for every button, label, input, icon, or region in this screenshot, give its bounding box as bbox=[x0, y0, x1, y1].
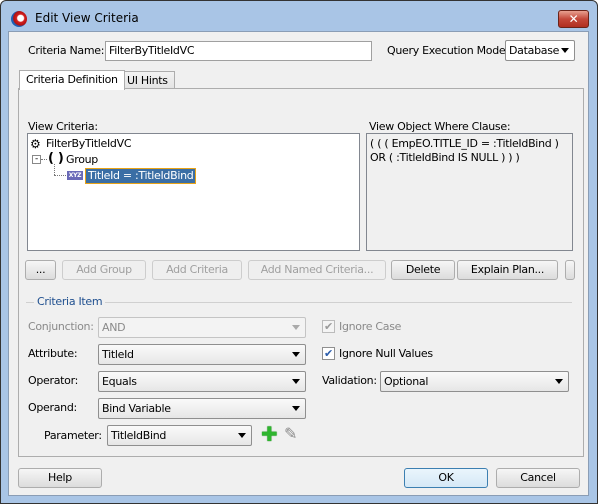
parameter-label: Parameter: bbox=[44, 429, 102, 442]
chevron-down-icon bbox=[555, 379, 563, 384]
operand-label: Operand: bbox=[28, 401, 77, 414]
delete-button[interactable]: Delete bbox=[391, 260, 455, 280]
ignore-null-label: Ignore Null Values bbox=[339, 347, 433, 360]
ok-button[interactable]: OK bbox=[404, 468, 488, 488]
app-icon bbox=[11, 11, 27, 27]
chevron-down-icon bbox=[292, 352, 300, 357]
close-button[interactable]: ✕ bbox=[558, 10, 589, 28]
operator-value: Equals bbox=[102, 375, 137, 388]
more-button[interactable]: ... bbox=[25, 260, 56, 280]
query-mode-value: Database bbox=[509, 44, 560, 57]
ignore-case-checkbox[interactable]: ✔ bbox=[322, 320, 335, 333]
chevron-down-icon bbox=[292, 379, 300, 384]
query-mode-select[interactable]: Database bbox=[505, 40, 575, 61]
criteria-tree[interactable]: ⚙ FilterByTitleIdVC - ( ) Group XYZ Titl… bbox=[27, 133, 360, 251]
tree-connector bbox=[41, 159, 47, 160]
chevron-down-icon bbox=[292, 406, 300, 411]
conjunction-value: AND bbox=[102, 321, 126, 334]
cancel-button[interactable]: Cancel bbox=[496, 468, 580, 488]
add-named-criteria-button[interactable]: Add Named Criteria... bbox=[248, 260, 386, 280]
chevron-down-icon bbox=[292, 325, 300, 330]
tree-connector bbox=[54, 164, 55, 175]
where-line: OR ( :TitleIdBind IS NULL ) ) ) bbox=[370, 151, 520, 164]
tree-group[interactable]: Group bbox=[66, 153, 98, 166]
conjunction-select[interactable]: AND bbox=[98, 317, 306, 338]
where-clause-text: ( ( ( EmpEO.TITLE_ID = :TitleIdBind ) OR… bbox=[366, 133, 573, 251]
window-title: Edit View Criteria bbox=[35, 11, 139, 25]
validation-value: Optional bbox=[384, 375, 429, 388]
attribute-icon: XYZ bbox=[67, 171, 83, 180]
query-mode-label: Query Execution Mode: bbox=[387, 44, 509, 57]
overflow-button[interactable] bbox=[565, 260, 575, 280]
help-button[interactable]: Help bbox=[18, 468, 102, 488]
operator-select[interactable]: Equals bbox=[98, 371, 306, 392]
collapse-icon[interactable]: - bbox=[32, 155, 41, 164]
tree-root[interactable]: FilterByTitleIdVC bbox=[46, 137, 132, 150]
criteria-item-divider bbox=[26, 302, 572, 303]
validation-select[interactable]: Optional bbox=[380, 371, 569, 392]
tree-item-selected[interactable]: TitleId = :TitleIdBind bbox=[85, 168, 197, 184]
criteria-name-input[interactable]: FilterByTitleIdVC bbox=[105, 41, 372, 61]
operand-select[interactable]: Bind Variable bbox=[98, 398, 306, 419]
tree-connector bbox=[54, 175, 66, 176]
parameter-value: TitleIdBind bbox=[111, 429, 167, 442]
conjunction-label: Conjunction: bbox=[28, 320, 94, 333]
ignore-null-checkbox[interactable]: ✔ bbox=[322, 347, 335, 360]
where-line: ( ( ( EmpEO.TITLE_ID = :TitleIdBind ) bbox=[370, 137, 559, 150]
criteria-item-legend: Criteria Item bbox=[34, 295, 106, 308]
operand-value: Bind Variable bbox=[102, 402, 171, 415]
add-group-button[interactable]: Add Group bbox=[62, 260, 146, 280]
gear-icon: ⚙ bbox=[30, 137, 41, 151]
edit-pencil-icon[interactable]: ✎ bbox=[284, 424, 297, 443]
explain-plan-button[interactable]: Explain Plan... bbox=[457, 260, 558, 280]
where-clause-label: View Object Where Clause: bbox=[369, 120, 511, 133]
attribute-value: TitleId bbox=[102, 348, 134, 361]
operator-label: Operator: bbox=[28, 374, 79, 387]
criteria-name-label: Criteria Name: bbox=[28, 44, 105, 57]
attribute-label: Attribute: bbox=[28, 347, 78, 360]
parameter-select[interactable]: TitleIdBind bbox=[107, 425, 252, 446]
tab-criteria-definition[interactable]: Criteria Definition bbox=[19, 70, 125, 90]
add-criteria-button[interactable]: Add Criteria bbox=[152, 260, 242, 280]
view-criteria-label: View Criteria: bbox=[28, 120, 98, 133]
chevron-down-icon bbox=[561, 48, 569, 53]
validation-label: Validation: bbox=[322, 374, 377, 387]
ignore-case-label: Ignore Case bbox=[339, 320, 402, 333]
add-icon[interactable]: ✚ bbox=[261, 424, 278, 444]
attribute-select[interactable]: TitleId bbox=[98, 344, 306, 365]
group-icon: ( ) bbox=[48, 151, 64, 166]
chevron-down-icon bbox=[238, 433, 246, 438]
